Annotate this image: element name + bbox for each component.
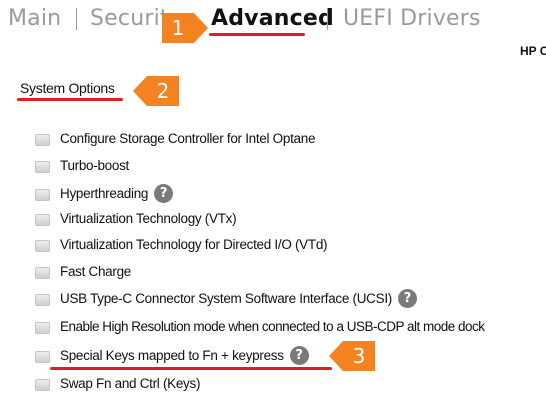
hp-header-label: HP C [520,44,546,58]
option-label: Turbo-boost [60,157,129,173]
option-swap-fn-ctrl[interactable]: Swap Fn and Ctrl (Keys) [35,373,200,393]
option-label: Configure Storage Controller for Intel O… [60,130,316,146]
option-fast-charge[interactable]: Fast Charge [35,261,131,281]
callout-2: 2 [133,76,179,106]
checkbox[interactable] [35,188,50,201]
option-high-resolution-mode[interactable]: Enable High Resolution mode when connect… [35,316,485,336]
tab-bar: Main Security Advanced UEFI Drivers [0,0,546,46]
tab-separator [76,8,77,30]
checkbox[interactable] [35,133,50,146]
system-options-underline [17,98,123,101]
checkbox[interactable] [35,239,50,252]
option-label: Swap Fn and Ctrl (Keys) [60,375,201,391]
option-label: Fast Charge [60,263,131,279]
callout-1-number: 1 [171,16,185,40]
option-label: Enable High Resolution mode when connect… [60,318,485,334]
option-special-keys-fn[interactable]: Special Keys mapped to Fn + keypress ? [35,345,309,365]
callout-1: 1 [162,13,208,43]
tab-uefi-drivers[interactable]: UEFI Drivers [343,6,481,31]
help-icon[interactable]: ? [289,345,309,365]
advanced-tab-underline [209,33,305,36]
callout-2-number: 2 [156,79,170,103]
option-virtualization-vtd[interactable]: Virtualization Technology for Directed I… [35,234,328,254]
checkbox[interactable] [35,213,50,226]
checkbox[interactable] [35,160,50,173]
tab-main[interactable]: Main [8,6,61,31]
tab-separator [327,8,328,30]
checkbox[interactable] [35,350,50,363]
special-keys-underline [50,367,332,370]
option-label: Hyperthreading [60,185,149,201]
help-icon[interactable]: ? [397,288,417,308]
option-label: Special Keys mapped to Fn + keypress [60,347,284,363]
tab-advanced[interactable]: Advanced [211,6,334,31]
checkbox[interactable] [35,293,50,306]
checkbox[interactable] [35,266,50,279]
option-label: Virtualization Technology (VTx) [60,210,237,226]
option-label: Virtualization Technology for Directed I… [60,236,328,252]
option-configure-storage-controller[interactable]: Configure Storage Controller for Intel O… [35,128,315,148]
callout-3-number: 3 [352,344,366,368]
option-label: USB Type-C Connector System Software Int… [60,290,392,306]
callout-3: 3 [329,341,375,371]
checkbox[interactable] [35,321,50,334]
option-hyperthreading[interactable]: Hyperthreading ? [35,183,174,203]
section-title-system-options: System Options [20,80,115,96]
option-virtualization-vtx[interactable]: Virtualization Technology (VTx) [35,208,237,228]
help-icon[interactable]: ? [154,183,174,203]
tab-security[interactable]: Security [90,6,170,31]
option-turbo-boost[interactable]: Turbo-boost [35,155,129,175]
checkbox[interactable] [35,378,50,391]
option-usb-type-c-ucsi[interactable]: USB Type-C Connector System Software Int… [35,288,417,308]
